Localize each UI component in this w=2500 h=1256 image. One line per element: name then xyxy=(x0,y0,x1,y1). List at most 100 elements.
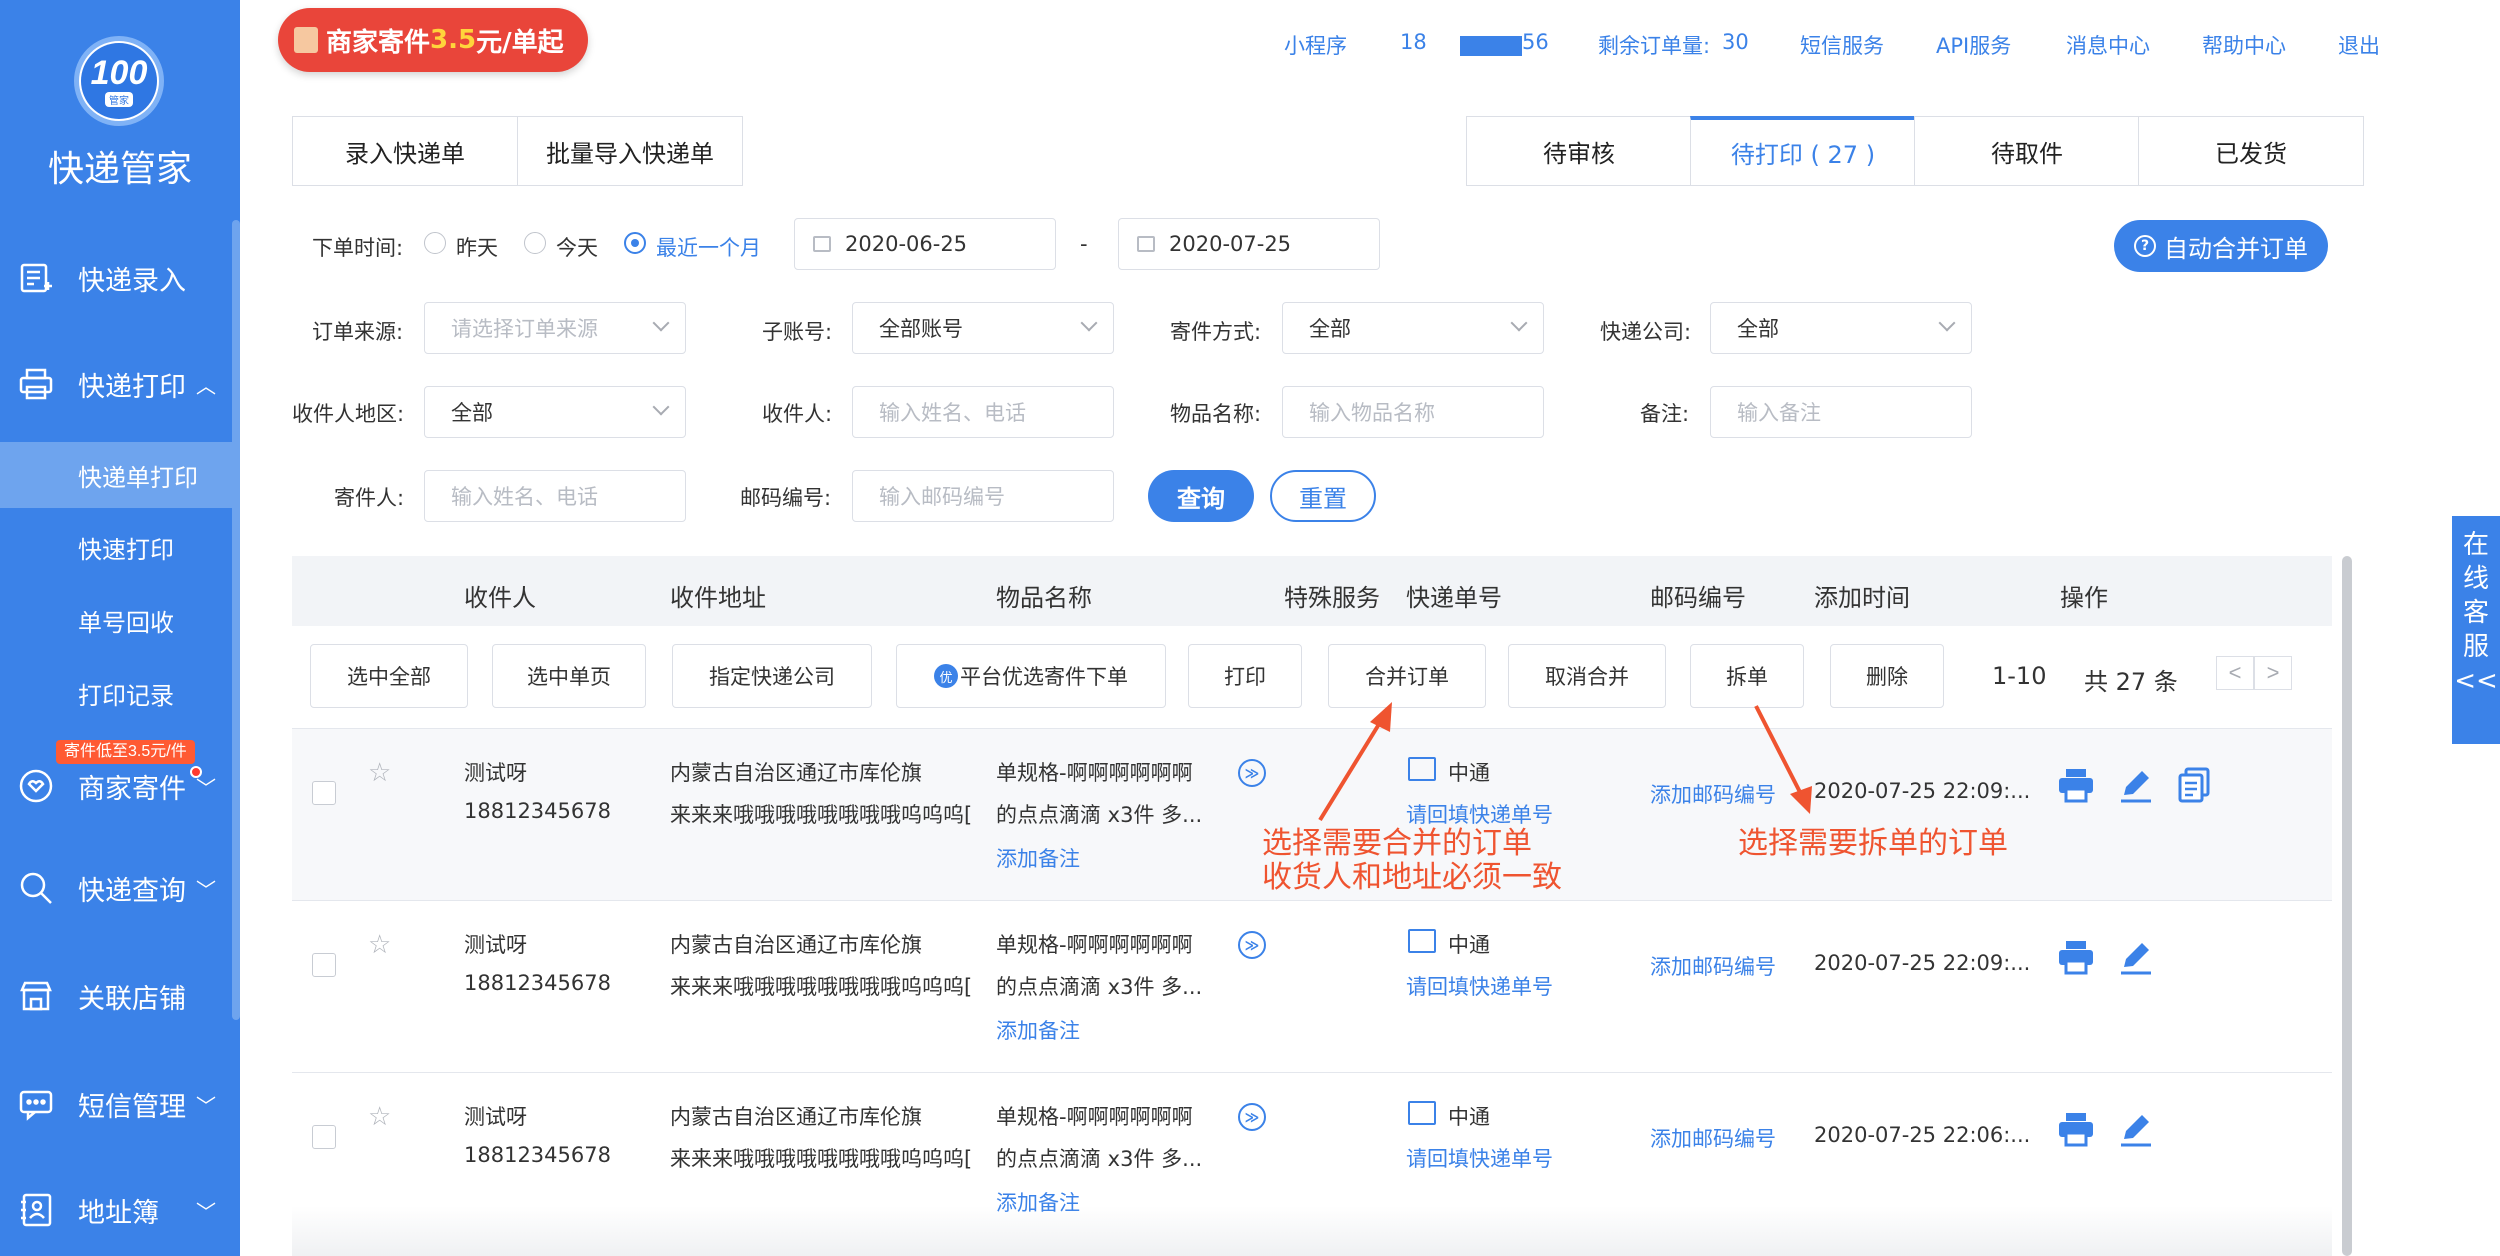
print-icon[interactable] xyxy=(2056,1109,2096,1149)
fill-tracking-link[interactable]: 请回填快递单号 xyxy=(1406,1143,1553,1173)
sidebar-subitem-quick-print[interactable]: 快速打印 xyxy=(0,514,232,580)
radio-today[interactable] xyxy=(524,232,546,254)
api-service-link[interactable]: API服务 xyxy=(1936,30,2011,60)
tab-batch-import[interactable]: 批量导入快递单 xyxy=(517,116,743,186)
auto-merge-button[interactable]: ? 自动合并订单 xyxy=(2114,220,2328,272)
carrier-label: 快递公司: xyxy=(1600,320,1692,344)
select-page-button[interactable]: 选中单页 xyxy=(492,644,646,708)
address-line2: 来来来哦哦哦哦哦哦哦哦呜呜呜[ xyxy=(670,803,973,827)
radio-yesterday-label[interactable]: 昨天 xyxy=(456,232,498,262)
carrier-name: 中通 xyxy=(1448,1105,1490,1129)
add-postcode-link[interactable]: 添加邮码编号 xyxy=(1650,1123,1776,1153)
tab-shipped[interactable]: 已发货 xyxy=(2138,116,2364,186)
sidebar-item-express-entry[interactable]: 快递录入 xyxy=(0,248,232,308)
sidebar-subitem-number-recycle[interactable]: 单号回收 xyxy=(0,587,232,653)
expand-service-icon[interactable]: ≫ xyxy=(1238,931,1266,959)
reset-button[interactable]: 重置 xyxy=(1270,470,1376,522)
add-note-link[interactable]: 添加备注 xyxy=(996,1015,1080,1045)
tab-enter-waybill[interactable]: 录入快递单 xyxy=(292,116,518,186)
sidebar-subitem-waybill-print[interactable]: 快递单打印 xyxy=(0,442,232,508)
query-button[interactable]: 查询 xyxy=(1148,470,1254,522)
mini-program-link[interactable]: 小程序 xyxy=(1284,30,1347,60)
tab-pending-print[interactable]: 待打印 ( 27 ) xyxy=(1690,116,1916,186)
sidebar-item-address-book[interactable]: 地址簿 ﹀ xyxy=(0,1180,232,1240)
item-name-input[interactable]: 输入物品名称 xyxy=(1282,386,1544,438)
col-tracking-number: 快递单号 xyxy=(1406,584,1502,612)
logout-link[interactable]: 退出 xyxy=(2338,30,2380,60)
postcode-input[interactable]: 输入邮码编号 xyxy=(852,470,1114,522)
expand-service-icon[interactable]: ≫ xyxy=(1238,759,1266,787)
edit-icon[interactable] xyxy=(2116,1109,2156,1149)
date-end-field[interactable]: 2020-07-25 xyxy=(1118,218,1380,270)
sidebar-item-linked-shops[interactable]: 关联店铺 xyxy=(0,966,232,1026)
promo-banner[interactable]: 商家寄件 3.5 元/单起 xyxy=(278,8,588,72)
date-start-field[interactable]: 2020-06-25 xyxy=(794,218,1056,270)
remark-input[interactable]: 输入备注 xyxy=(1710,386,1972,438)
fill-tracking-link[interactable]: 请回填快递单号 xyxy=(1406,971,1553,1001)
address-line1: 内蒙古自治区通辽市库伦旗 xyxy=(670,933,922,957)
tab-pending-pickup[interactable]: 待取件 xyxy=(1914,116,2140,186)
online-service-char: 服 xyxy=(2462,632,2489,662)
account-phone-start[interactable]: 18 xyxy=(1400,30,1427,54)
postcode-placeholder: 输入邮码编号 xyxy=(879,485,1005,509)
ship-method-select[interactable]: 全部 xyxy=(1282,302,1544,354)
expand-service-icon[interactable]: ≫ xyxy=(1238,1103,1266,1131)
date-separator: - xyxy=(1080,232,1088,256)
radio-last-month-label[interactable]: 最近一个月 xyxy=(656,232,761,262)
merge-annotation-line2: 收货人和地址必须一致 xyxy=(1262,860,1562,895)
logo[interactable]: 100 管家 xyxy=(74,36,164,126)
sidebar-item-express-print[interactable]: 快递打印 ︿ xyxy=(0,354,232,414)
table-row[interactable]: ☆ 测试呀 18812345678 内蒙古自治区通辽市库伦旗 来来来哦哦哦哦哦哦哦哦呜呜… xyxy=(292,900,2332,1072)
recipient-input[interactable]: 输入姓名、电话 xyxy=(852,386,1114,438)
online-service-button[interactable]: 在 线 客 服 << xyxy=(2452,516,2500,744)
print-icon[interactable] xyxy=(2056,765,2096,805)
account-phone-end[interactable]: 56 xyxy=(1522,30,1549,54)
help-center-link[interactable]: 帮助中心 xyxy=(2202,30,2286,60)
carrier-select[interactable]: 全部 xyxy=(1710,302,1972,354)
recipient-name: 测试呀 xyxy=(464,933,527,957)
sidebar-scrollbar[interactable] xyxy=(232,220,240,1020)
row-checkbox[interactable] xyxy=(312,1125,336,1149)
sender-input[interactable]: 输入姓名、电话 xyxy=(424,470,686,522)
bottom-fade xyxy=(292,1206,2332,1256)
region-select[interactable]: 全部 xyxy=(424,386,686,438)
row-checkbox[interactable] xyxy=(312,781,336,805)
star-icon[interactable]: ☆ xyxy=(368,757,391,788)
printer-icon xyxy=(16,364,56,404)
sidebar-item-express-query[interactable]: 快递查询 ﹀ xyxy=(0,858,232,918)
assign-carrier-button[interactable]: 指定快递公司 xyxy=(672,644,872,708)
sidebar-item-sms-management[interactable]: 短信管理 ﹀ xyxy=(0,1074,232,1134)
online-service-char: 线 xyxy=(2462,564,2489,594)
next-page-button[interactable]: > xyxy=(2254,656,2292,690)
radio-today-label[interactable]: 今天 xyxy=(556,232,598,262)
select-all-button[interactable]: 选中全部 xyxy=(310,644,468,708)
copy-document-icon[interactable] xyxy=(2174,765,2214,805)
add-note-link[interactable]: 添加备注 xyxy=(996,843,1080,873)
chevron-down-icon: ﹀ xyxy=(196,1095,216,1118)
print-icon[interactable] xyxy=(2056,937,2096,977)
annotation-arrows xyxy=(1318,702,1812,822)
edit-icon[interactable] xyxy=(2116,765,2156,805)
edit-icon[interactable] xyxy=(2116,937,2156,977)
chevron-down-icon: ﹀ xyxy=(196,879,216,902)
row-checkbox[interactable] xyxy=(312,953,336,977)
sidebar-subitem-print-records[interactable]: 打印记录 xyxy=(0,660,232,726)
star-icon[interactable]: ☆ xyxy=(368,929,391,960)
print-button[interactable]: 打印 xyxy=(1188,644,1302,708)
platform-preferred-order-button[interactable]: 优 平台优选寄件下单 xyxy=(896,644,1166,708)
col-actions: 操作 xyxy=(2060,584,2108,612)
radio-yesterday[interactable] xyxy=(424,232,446,254)
table-scrollbar[interactable] xyxy=(2342,556,2352,1256)
star-icon[interactable]: ☆ xyxy=(368,1101,391,1132)
item-line2: 的点点滴滴 x3件 多... xyxy=(996,803,1203,827)
prev-page-button[interactable]: < xyxy=(2216,656,2254,690)
add-postcode-link[interactable]: 添加邮码编号 xyxy=(1650,951,1776,981)
subaccount-select[interactable]: 全部账号 xyxy=(852,302,1114,354)
message-center-link[interactable]: 消息中心 xyxy=(2066,30,2150,60)
sms-service-link[interactable]: 短信服务 xyxy=(1800,30,1884,60)
auto-merge-label: 自动合并订单 xyxy=(2164,234,2308,263)
sidebar-item-merchant-shipping[interactable]: 商家寄件 ﹀ xyxy=(0,756,232,816)
order-source-select[interactable]: 请选择订单来源 xyxy=(424,302,686,354)
tab-pending-review[interactable]: 待审核 xyxy=(1466,116,1692,186)
radio-last-month[interactable] xyxy=(624,232,646,254)
